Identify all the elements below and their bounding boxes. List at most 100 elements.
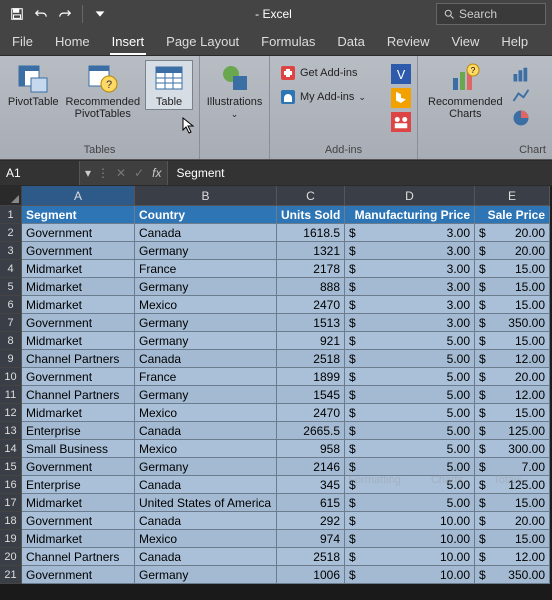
tab-help[interactable]: Help (499, 30, 530, 55)
cell[interactable]: $5.00 (345, 404, 475, 422)
cell[interactable]: 2665.5 (277, 422, 345, 440)
row-header[interactable]: 18 (0, 512, 22, 530)
cell[interactable]: Enterprise (22, 422, 135, 440)
tab-home[interactable]: Home (53, 30, 92, 55)
cell[interactable]: $15.00 (475, 296, 550, 314)
cell[interactable]: $15.00 (475, 404, 550, 422)
recommended-charts-button[interactable]: ? Recommended Charts (424, 60, 507, 122)
header-cell[interactable]: Segment (22, 206, 135, 224)
search-input[interactable]: Search (436, 3, 546, 25)
column-header[interactable]: A (22, 186, 135, 206)
cell[interactable]: Channel Partners (22, 350, 135, 368)
cell[interactable]: France (135, 368, 277, 386)
tab-page-layout[interactable]: Page Layout (164, 30, 241, 55)
row-header[interactable]: 19 (0, 530, 22, 548)
cell[interactable]: Germany (135, 242, 277, 260)
row-header[interactable]: 1 (0, 206, 22, 224)
tab-insert[interactable]: Insert (110, 30, 147, 55)
row-header[interactable]: 10 (0, 368, 22, 386)
cell[interactable]: 2518 (277, 350, 345, 368)
pie-chart-icon[interactable] (511, 108, 531, 128)
row-header[interactable]: 4 (0, 260, 22, 278)
select-all-button[interactable] (0, 186, 22, 206)
cell[interactable]: 1545 (277, 386, 345, 404)
name-box[interactable]: A1 (0, 161, 80, 185)
cell[interactable]: $5.00 (345, 332, 475, 350)
cell[interactable]: 888 (277, 278, 345, 296)
cell[interactable]: $3.00 (345, 314, 475, 332)
tab-review[interactable]: Review (385, 30, 432, 55)
header-cell[interactable]: Sale Price (475, 206, 550, 224)
my-addins-button[interactable]: My Add-ins ⌄ (276, 86, 370, 108)
column-chart-icon[interactable] (511, 64, 531, 84)
cell[interactable]: 921 (277, 332, 345, 350)
cell[interactable]: $5.00 (345, 458, 475, 476)
cell[interactable]: $5.00 (345, 422, 475, 440)
cell[interactable]: 345 (277, 476, 345, 494)
cell[interactable]: Midmarket (22, 296, 135, 314)
header-cell[interactable]: Manufacturing Price (345, 206, 475, 224)
cell[interactable]: $350.00 (475, 566, 550, 584)
cell[interactable]: 1618.5 (277, 224, 345, 242)
cell[interactable]: Germany (135, 278, 277, 296)
illustrations-button[interactable]: Illustrations⌄ (206, 60, 263, 122)
tab-formulas[interactable]: Formulas (259, 30, 317, 55)
cell[interactable]: $5.00 (345, 476, 475, 494)
cell[interactable]: Mexico (135, 530, 277, 548)
formula-input[interactable]: Segment (167, 161, 552, 185)
row-header[interactable]: 15 (0, 458, 22, 476)
cell[interactable]: Mexico (135, 296, 277, 314)
cell[interactable]: 2146 (277, 458, 345, 476)
row-header[interactable]: 6 (0, 296, 22, 314)
row-header[interactable]: 3 (0, 242, 22, 260)
cell[interactable]: Government (22, 368, 135, 386)
cell[interactable]: $20.00 (475, 242, 550, 260)
cell[interactable]: 2470 (277, 296, 345, 314)
cell[interactable]: Midmarket (22, 278, 135, 296)
cell[interactable]: Government (22, 314, 135, 332)
cell[interactable]: 292 (277, 512, 345, 530)
cell[interactable]: Midmarket (22, 332, 135, 350)
customize-qat-icon[interactable] (89, 3, 111, 25)
cell[interactable]: $5.00 (345, 494, 475, 512)
cell[interactable]: Germany (135, 566, 277, 584)
cell[interactable]: $12.00 (475, 386, 550, 404)
undo-icon[interactable] (30, 3, 52, 25)
cell[interactable]: Germany (135, 458, 277, 476)
cell[interactable]: Canada (135, 476, 277, 494)
cell[interactable]: $20.00 (475, 512, 550, 530)
cell[interactable]: United States of America (135, 494, 277, 512)
row-header[interactable]: 14 (0, 440, 22, 458)
cell[interactable]: Germany (135, 314, 277, 332)
visio-icon[interactable]: V (391, 64, 411, 84)
tab-data[interactable]: Data (335, 30, 366, 55)
people-graph-icon[interactable] (391, 112, 411, 132)
row-header[interactable]: 12 (0, 404, 22, 422)
recommended-pivottables-button[interactable]: ? Recommended PivotTables (65, 60, 141, 122)
cell[interactable]: Government (22, 458, 135, 476)
cell[interactable]: 1513 (277, 314, 345, 332)
cell[interactable]: Channel Partners (22, 548, 135, 566)
cell[interactable]: 2518 (277, 548, 345, 566)
cell[interactable]: $10.00 (345, 512, 475, 530)
cell[interactable]: Midmarket (22, 260, 135, 278)
cell[interactable]: $125.00 (475, 422, 550, 440)
cell[interactable]: Canada (135, 422, 277, 440)
cell[interactable]: $3.00 (345, 260, 475, 278)
cell[interactable]: Canada (135, 224, 277, 242)
cell[interactable]: Canada (135, 512, 277, 530)
column-header[interactable]: D (345, 186, 475, 206)
save-icon[interactable] (6, 3, 28, 25)
row-header[interactable]: 11 (0, 386, 22, 404)
cell[interactable]: France (135, 260, 277, 278)
header-cell[interactable]: Country (135, 206, 277, 224)
cell[interactable]: Government (22, 242, 135, 260)
cell[interactable]: Midmarket (22, 404, 135, 422)
cell[interactable]: 2178 (277, 260, 345, 278)
tab-file[interactable]: File (10, 30, 35, 55)
cell[interactable]: Midmarket (22, 494, 135, 512)
cell[interactable]: $20.00 (475, 224, 550, 242)
cell[interactable]: 1006 (277, 566, 345, 584)
cell[interactable]: Government (22, 512, 135, 530)
cell[interactable]: $15.00 (475, 278, 550, 296)
